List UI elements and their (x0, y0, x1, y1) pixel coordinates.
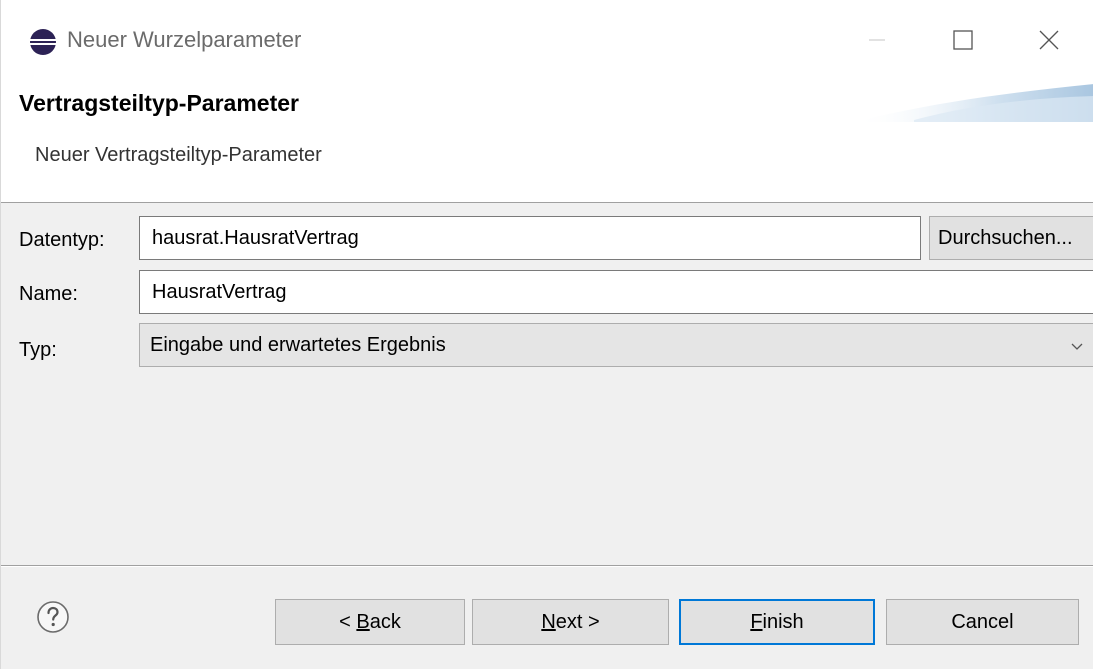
browse-button[interactable]: Durchsuchen... (929, 216, 1093, 260)
cancel-button[interactable]: Cancel (886, 599, 1079, 645)
dialog-window: Neuer Wurzelparameter Vertragsteiltyp-Pa… (0, 0, 1093, 669)
name-field[interactable]: HausratVertrag (139, 270, 1093, 314)
name-value: HausratVertrag (152, 280, 287, 303)
chevron-down-icon (1071, 343, 1083, 350)
finish-rest: inish (762, 610, 804, 633)
back-prefix: < (339, 610, 357, 633)
name-label: Name: (19, 283, 78, 305)
browse-button-label: Durchsuchen... (938, 226, 1073, 249)
next-button-label: Next > (541, 611, 599, 634)
wizard-header: Vertragsteiltyp-Parameter Neuer Vertrags… (1, 80, 1093, 203)
typ-select[interactable]: Eingabe und erwartetes Ergebnis (139, 323, 1093, 367)
wizard-description: Neuer Vertragsteiltyp-Parameter (35, 144, 322, 166)
next-button[interactable]: Next > (472, 599, 669, 645)
datentyp-value: hausrat.HausratVertrag (152, 226, 359, 249)
button-bar-separator (1, 565, 1093, 567)
title-bar: Neuer Wurzelparameter (1, 0, 1093, 80)
wizard-title: Vertragsteiltyp-Parameter (19, 90, 299, 116)
finish-button-label: Finish (750, 611, 803, 634)
datentyp-label: Datentyp: (19, 229, 105, 251)
next-mnemonic: N (541, 610, 556, 633)
finish-button[interactable]: Finish (679, 599, 875, 645)
minimize-button[interactable] (847, 14, 907, 66)
typ-label: Typ: (19, 339, 57, 361)
next-rest: ext > (555, 610, 600, 633)
back-button[interactable]: < Back (275, 599, 465, 645)
finish-mnemonic: F (750, 610, 763, 633)
help-icon[interactable] (36, 600, 70, 634)
close-button[interactable] (1019, 14, 1079, 66)
eclipse-icon (30, 29, 56, 55)
back-mnemonic: B (356, 610, 370, 633)
window-title: Neuer Wurzelparameter (67, 27, 302, 52)
minimize-icon (869, 39, 885, 41)
back-button-label: < Back (339, 611, 401, 634)
header-banner-graphic (854, 84, 1093, 122)
cancel-button-label: Cancel (951, 610, 1014, 633)
typ-selected-value: Eingabe und erwartetes Ergebnis (150, 333, 446, 356)
close-icon (1039, 30, 1059, 50)
maximize-icon (953, 30, 973, 50)
maximize-button[interactable] (933, 14, 993, 66)
datentyp-field[interactable]: hausrat.HausratVertrag (139, 216, 921, 260)
back-rest: ack (369, 610, 401, 633)
